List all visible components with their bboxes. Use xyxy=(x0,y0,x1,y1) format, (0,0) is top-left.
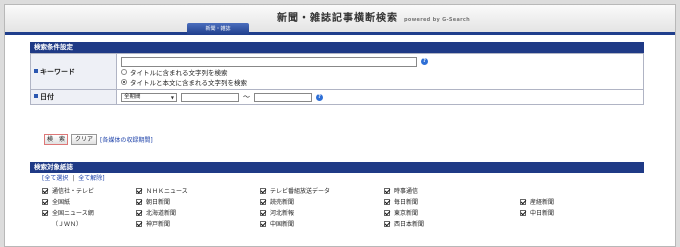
source-option[interactable]: 時事通信 xyxy=(372,185,508,196)
source-label: 北海道新聞 xyxy=(146,210,177,217)
source-option[interactable]: 通信社・テレビ xyxy=(30,185,124,196)
radio-button-selected[interactable] xyxy=(121,79,127,85)
radio-title-only-label: タイトルに含まれる文字列を検索 xyxy=(130,69,228,77)
source-label: 全国ニュース網 xyxy=(52,210,94,217)
source-checkbox[interactable] xyxy=(136,220,142,227)
search-form: キーワード ? タイトルに含まれる文字列を検索 タイトルと本文に含まれる文字列を… xyxy=(30,53,644,105)
tab-newspaper-magazine[interactable]: 新聞・雑誌 xyxy=(187,23,249,35)
source-checkbox[interactable] xyxy=(384,209,390,216)
help-icon[interactable]: ? xyxy=(316,93,323,101)
radio-title-and-body-label: タイトルと本文に含まれる文字列を検索 xyxy=(130,79,247,87)
date-separator: 〜 xyxy=(243,93,250,101)
source-option[interactable]: 毎日新聞 xyxy=(372,196,508,207)
search-conditions: 検索条件設定 キーワード ? タイトルに含まれる文字列を検索 タイトルと本文に含… xyxy=(30,42,644,105)
source-label: 中国新聞 xyxy=(270,221,295,228)
source-option[interactable]: 中国新聞 xyxy=(248,218,372,229)
brand: 新聞・雑誌記事横断検索 powered by G-Search xyxy=(277,9,470,24)
source-checkbox[interactable] xyxy=(384,220,390,227)
target-sources-heading: 検索対象紙誌 xyxy=(30,162,644,173)
source-label: 全国紙 xyxy=(52,199,71,206)
help-icon[interactable]: ? xyxy=(421,58,428,65)
source-label: （ＪＷＮ） xyxy=(52,221,83,228)
source-checkbox[interactable] xyxy=(42,209,48,216)
source-option[interactable]: 全国紙 xyxy=(30,196,124,207)
source-checkbox[interactable] xyxy=(520,209,526,216)
source-label: 産経新聞 xyxy=(530,199,555,206)
header-bar: 新聞・雑誌記事横断検索 powered by G-Search 新聞・雑誌 xyxy=(5,5,675,35)
source-option[interactable]: 河北新報 xyxy=(248,207,372,218)
source-option[interactable]: 神戸新聞 xyxy=(124,218,248,229)
source-option[interactable]: ＮＨＫニュース xyxy=(124,185,248,196)
source-checkbox[interactable] xyxy=(260,209,266,216)
source-checkbox[interactable] xyxy=(384,198,390,205)
radio-title-only[interactable]: タイトルに含まれる文字列を検索 xyxy=(121,67,639,77)
source-option[interactable]: 読売新聞 xyxy=(248,196,372,207)
date-label: 日付 xyxy=(40,93,54,101)
source-option[interactable]: 全国ニュース網 xyxy=(30,207,124,218)
source-label: テレビ番組放送データ xyxy=(270,188,331,195)
empty-cell xyxy=(508,218,644,229)
radio-title-and-body[interactable]: タイトルと本文に含まれる文字列を検索 xyxy=(121,77,639,87)
source-option[interactable]: 西日本新聞 xyxy=(372,218,508,229)
source-label: 毎日新聞 xyxy=(394,199,419,206)
source-option[interactable]: テレビ番組放送データ xyxy=(248,185,372,196)
source-checkbox[interactable] xyxy=(260,198,266,205)
keyword-label: キーワード xyxy=(40,67,75,76)
search-conditions-heading: 検索条件設定 xyxy=(30,42,644,53)
source-option[interactable]: （ＪＷＮ） xyxy=(30,218,124,229)
radio-button[interactable] xyxy=(121,69,127,75)
source-label: 通信社・テレビ xyxy=(52,188,95,195)
source-label: 西日本新聞 xyxy=(394,221,425,228)
source-label: ＮＨＫニュース xyxy=(146,188,188,195)
date-to-input[interactable] xyxy=(254,92,312,102)
source-label: 東京新聞 xyxy=(394,210,419,217)
source-checkbox[interactable] xyxy=(520,198,526,205)
clear-button[interactable]: クリア xyxy=(71,134,97,145)
app-title: 新聞・雑誌記事横断検索 xyxy=(277,13,398,24)
source-checkbox[interactable] xyxy=(42,187,48,194)
divider: | xyxy=(72,175,75,182)
keyword-input[interactable] xyxy=(121,56,417,67)
source-checkbox[interactable] xyxy=(260,220,266,227)
source-label: 中日新聞 xyxy=(530,210,555,217)
source-checkbox[interactable] xyxy=(260,187,266,194)
bullet-icon xyxy=(34,68,38,73)
deselect-all-link[interactable]: 全て解除] xyxy=(78,175,104,182)
source-option[interactable]: 北海道新聞 xyxy=(124,207,248,218)
source-label: 河北新報 xyxy=(270,210,295,217)
source-checkbox[interactable] xyxy=(136,187,142,194)
empty-cell xyxy=(508,185,644,196)
search-button[interactable]: 検 索 xyxy=(44,134,68,145)
source-checkbox[interactable] xyxy=(136,198,142,205)
action-buttons: 検 索 クリア [各媒体の収録期間] xyxy=(44,134,153,145)
coverage-period-link[interactable]: [各媒体の収録期間] xyxy=(100,135,153,144)
bullet-icon xyxy=(34,94,38,98)
select-all-link[interactable]: [全て選択 xyxy=(42,175,68,182)
select-controls: [全て選択 | 全て解除] xyxy=(30,173,644,185)
source-option[interactable]: 東京新聞 xyxy=(372,207,508,218)
source-checkbox[interactable] xyxy=(384,187,390,194)
keyword-label-cell: キーワード xyxy=(30,53,117,90)
source-label: 時事通信 xyxy=(394,188,419,195)
target-sources: 検索対象紙誌 [全て選択 | 全て解除] 通信社・テレビ ＮＨＫニュース テレビ番組… xyxy=(30,162,644,229)
source-label: 読売新聞 xyxy=(270,199,295,206)
source-option[interactable]: 産経新聞 xyxy=(508,196,644,207)
period-select[interactable]: 全期間 xyxy=(121,92,177,102)
source-label: 神戸新聞 xyxy=(146,221,171,228)
source-option[interactable]: 朝日新聞 xyxy=(124,196,248,207)
source-checkbox[interactable] xyxy=(136,209,142,216)
source-label: 朝日新聞 xyxy=(146,199,171,206)
date-label-cell: 日付 xyxy=(30,89,117,105)
date-from-input[interactable] xyxy=(181,92,239,102)
source-grid: 通信社・テレビ ＮＨＫニュース テレビ番組放送データ 時事通信全国紙 朝日新聞 読売新聞 毎… xyxy=(30,185,644,229)
source-checkbox[interactable] xyxy=(42,198,48,205)
source-option[interactable]: 中日新聞 xyxy=(508,207,644,218)
app-subtitle: powered by G-Search xyxy=(404,17,471,23)
